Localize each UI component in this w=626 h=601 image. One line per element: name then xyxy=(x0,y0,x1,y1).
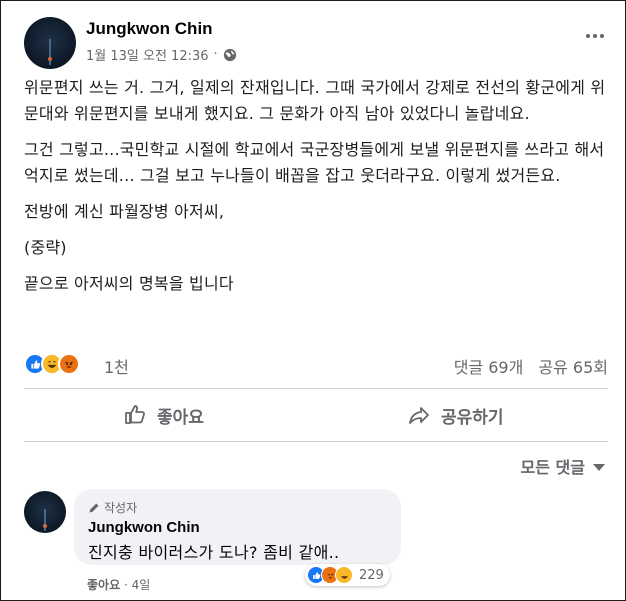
more-dot xyxy=(593,34,597,38)
reactions-bar: 1천 댓글 69개 공유 65회 xyxy=(24,353,608,377)
post-paragraph: 전방에 계신 파월장병 아저씨, xyxy=(24,202,225,221)
comment-bubble: 작성자 Jungkwon Chin 진지충 바이러스가 도나? 좀비 같애.. xyxy=(74,489,401,565)
share-button[interactable]: 공유하기 xyxy=(407,397,504,433)
post-body: 위문편지 쓰는 거. 그거, 일제의 잔재입니다. 그때 국가에서 강제로 전선… xyxy=(24,75,609,307)
comment-actions-separator: · xyxy=(123,578,128,592)
divider xyxy=(24,388,608,389)
author-badge: 작성자 xyxy=(88,499,137,516)
reaction-icons[interactable] xyxy=(24,353,80,375)
post-paragraph: 위문편지 쓰는 거. 그거, 일제의 잔재입니다. 그때 국가에서 강제로 전선… xyxy=(24,78,606,123)
author-name[interactable]: Jungkwon Chin xyxy=(86,19,213,39)
comment-sort-dropdown[interactable]: 모든 댓글 xyxy=(521,454,605,478)
engagement-counts: 댓글 69개 공유 65회 xyxy=(454,354,608,378)
avatar-light-graphic xyxy=(48,57,52,61)
more-dot xyxy=(600,34,604,38)
post-card: Jungkwon Chin 1월 13일 오전 12:36 · 위문편지 쓰는 … xyxy=(0,0,626,601)
comment-actions: 좋아요 · 4일 xyxy=(87,576,150,593)
author-avatar[interactable] xyxy=(24,17,76,69)
post-paragraph: 끝으로 아저씨의 명복을 빕니다 xyxy=(24,274,234,293)
comment-count[interactable]: 댓글 69개 xyxy=(454,358,524,377)
haha-icon xyxy=(335,566,353,584)
post-paragraph: 그건 그렇고...국민학교 시절에 학교에서 국군장병들에게 보낼 위문편지를 … xyxy=(24,140,605,185)
commenter-avatar[interactable] xyxy=(24,491,66,533)
post-meta: 1월 13일 오전 12:36 · xyxy=(86,45,237,64)
like-button-label: 좋아요 xyxy=(157,407,204,428)
pencil-icon xyxy=(89,503,99,512)
meta-separator: · xyxy=(213,47,218,62)
comment-reactions[interactable]: 229 xyxy=(305,564,390,586)
divider xyxy=(24,441,608,442)
like-button[interactable]: 좋아요 xyxy=(123,397,204,433)
comment-sort-label: 모든 댓글 xyxy=(520,458,585,477)
comment-author[interactable]: Jungkwon Chin xyxy=(88,519,200,536)
thumbs-up-icon xyxy=(125,405,145,424)
more-options-icon[interactable] xyxy=(581,22,609,50)
globe-icon[interactable] xyxy=(223,48,237,62)
post-header: Jungkwon Chin 1월 13일 오전 12:36 · xyxy=(24,16,609,69)
more-dot xyxy=(586,34,590,38)
post-timestamp[interactable]: 1월 13일 오전 12:36 xyxy=(86,45,209,64)
share-count[interactable]: 공유 65회 xyxy=(538,358,608,377)
angry-icon xyxy=(58,353,80,375)
share-arrow-icon xyxy=(409,407,429,424)
author-badge-label: 작성자 xyxy=(104,501,138,515)
avatar-tower-graphic xyxy=(49,39,51,65)
comment-text: 진지충 바이러스가 도나? 좀비 같애.. xyxy=(88,543,340,562)
post-paragraph: (중략) xyxy=(24,238,67,257)
comment-like-link[interactable]: 좋아요 xyxy=(87,578,120,592)
share-button-label: 공유하기 xyxy=(441,407,504,428)
caret-down-icon xyxy=(593,464,605,471)
avatar-light-graphic xyxy=(43,524,47,528)
reaction-count[interactable]: 1천 xyxy=(104,354,129,378)
comment-age[interactable]: 4일 xyxy=(132,578,151,592)
comment-reaction-count: 229 xyxy=(359,567,384,583)
